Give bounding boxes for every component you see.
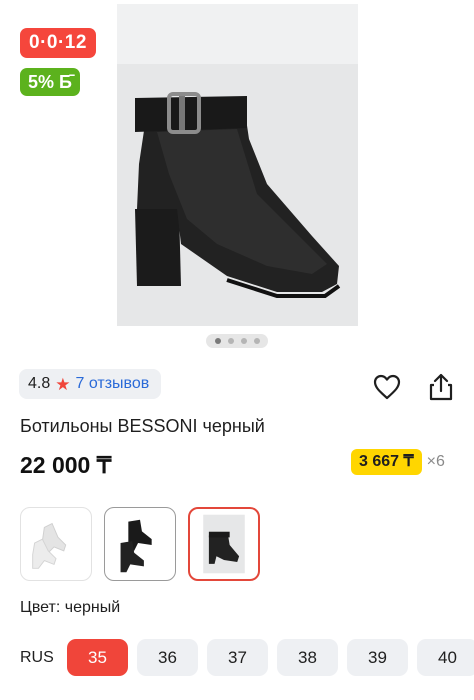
installment-multiplier: ×6 (426, 453, 445, 470)
pagination-dot[interactable] (227, 338, 234, 344)
installment-offer[interactable]: 3 667 ₸ ×6 (351, 449, 445, 475)
favorite-button[interactable] (372, 372, 402, 402)
variant-thumb-black[interactable] (188, 507, 260, 581)
size-option[interactable]: 39 (347, 639, 408, 676)
size-system-label: RUS (20, 648, 54, 666)
variant-thumb-black-pair[interactable] (104, 507, 176, 581)
size-option[interactable]: 35 (67, 639, 128, 676)
variant-thumb-white[interactable] (20, 507, 92, 581)
rating-chip[interactable]: 4.8 ★ 7 отзывов (19, 369, 162, 399)
size-option[interactable]: 38 (277, 639, 338, 676)
white-boot-image (32, 522, 67, 569)
star-icon: ★ (55, 374, 71, 394)
size-option[interactable]: 40 (417, 639, 474, 676)
pagination-dot[interactable] (253, 338, 260, 344)
product-photo[interactable] (117, 4, 358, 326)
heart-icon (373, 374, 401, 400)
share-icon (429, 373, 453, 401)
pagination-dot[interactable] (214, 338, 221, 344)
pagination-dot[interactable] (240, 338, 247, 344)
reviews-link[interactable]: 7 отзывов (76, 375, 150, 393)
color-label: Цвет: черный (20, 599, 121, 616)
color-variants[interactable] (20, 507, 260, 581)
cashback-badge: 5% Б̄ (20, 68, 80, 96)
share-button[interactable] (426, 372, 456, 402)
product-title: Ботильоны BESSONI черный (20, 416, 265, 436)
size-option[interactable]: 36 (137, 639, 198, 676)
gallery-pagination[interactable] (206, 334, 268, 348)
installment-amount: 3 667 ₸ (351, 449, 422, 475)
size-selector[interactable]: RUS 35 36 37 38 39 40 (20, 639, 474, 676)
black-boot-image (203, 514, 245, 574)
boot-image (117, 4, 358, 326)
timer-badge: 0·0·12 (20, 28, 96, 58)
black-boot-pair-image (120, 519, 152, 573)
product-price: 22 000 ₸ (20, 452, 112, 478)
rating-value: 4.8 (28, 375, 51, 392)
product-gallery[interactable]: 0·0·12 5% Б̄ (0, 0, 474, 348)
size-option[interactable]: 37 (207, 639, 268, 676)
